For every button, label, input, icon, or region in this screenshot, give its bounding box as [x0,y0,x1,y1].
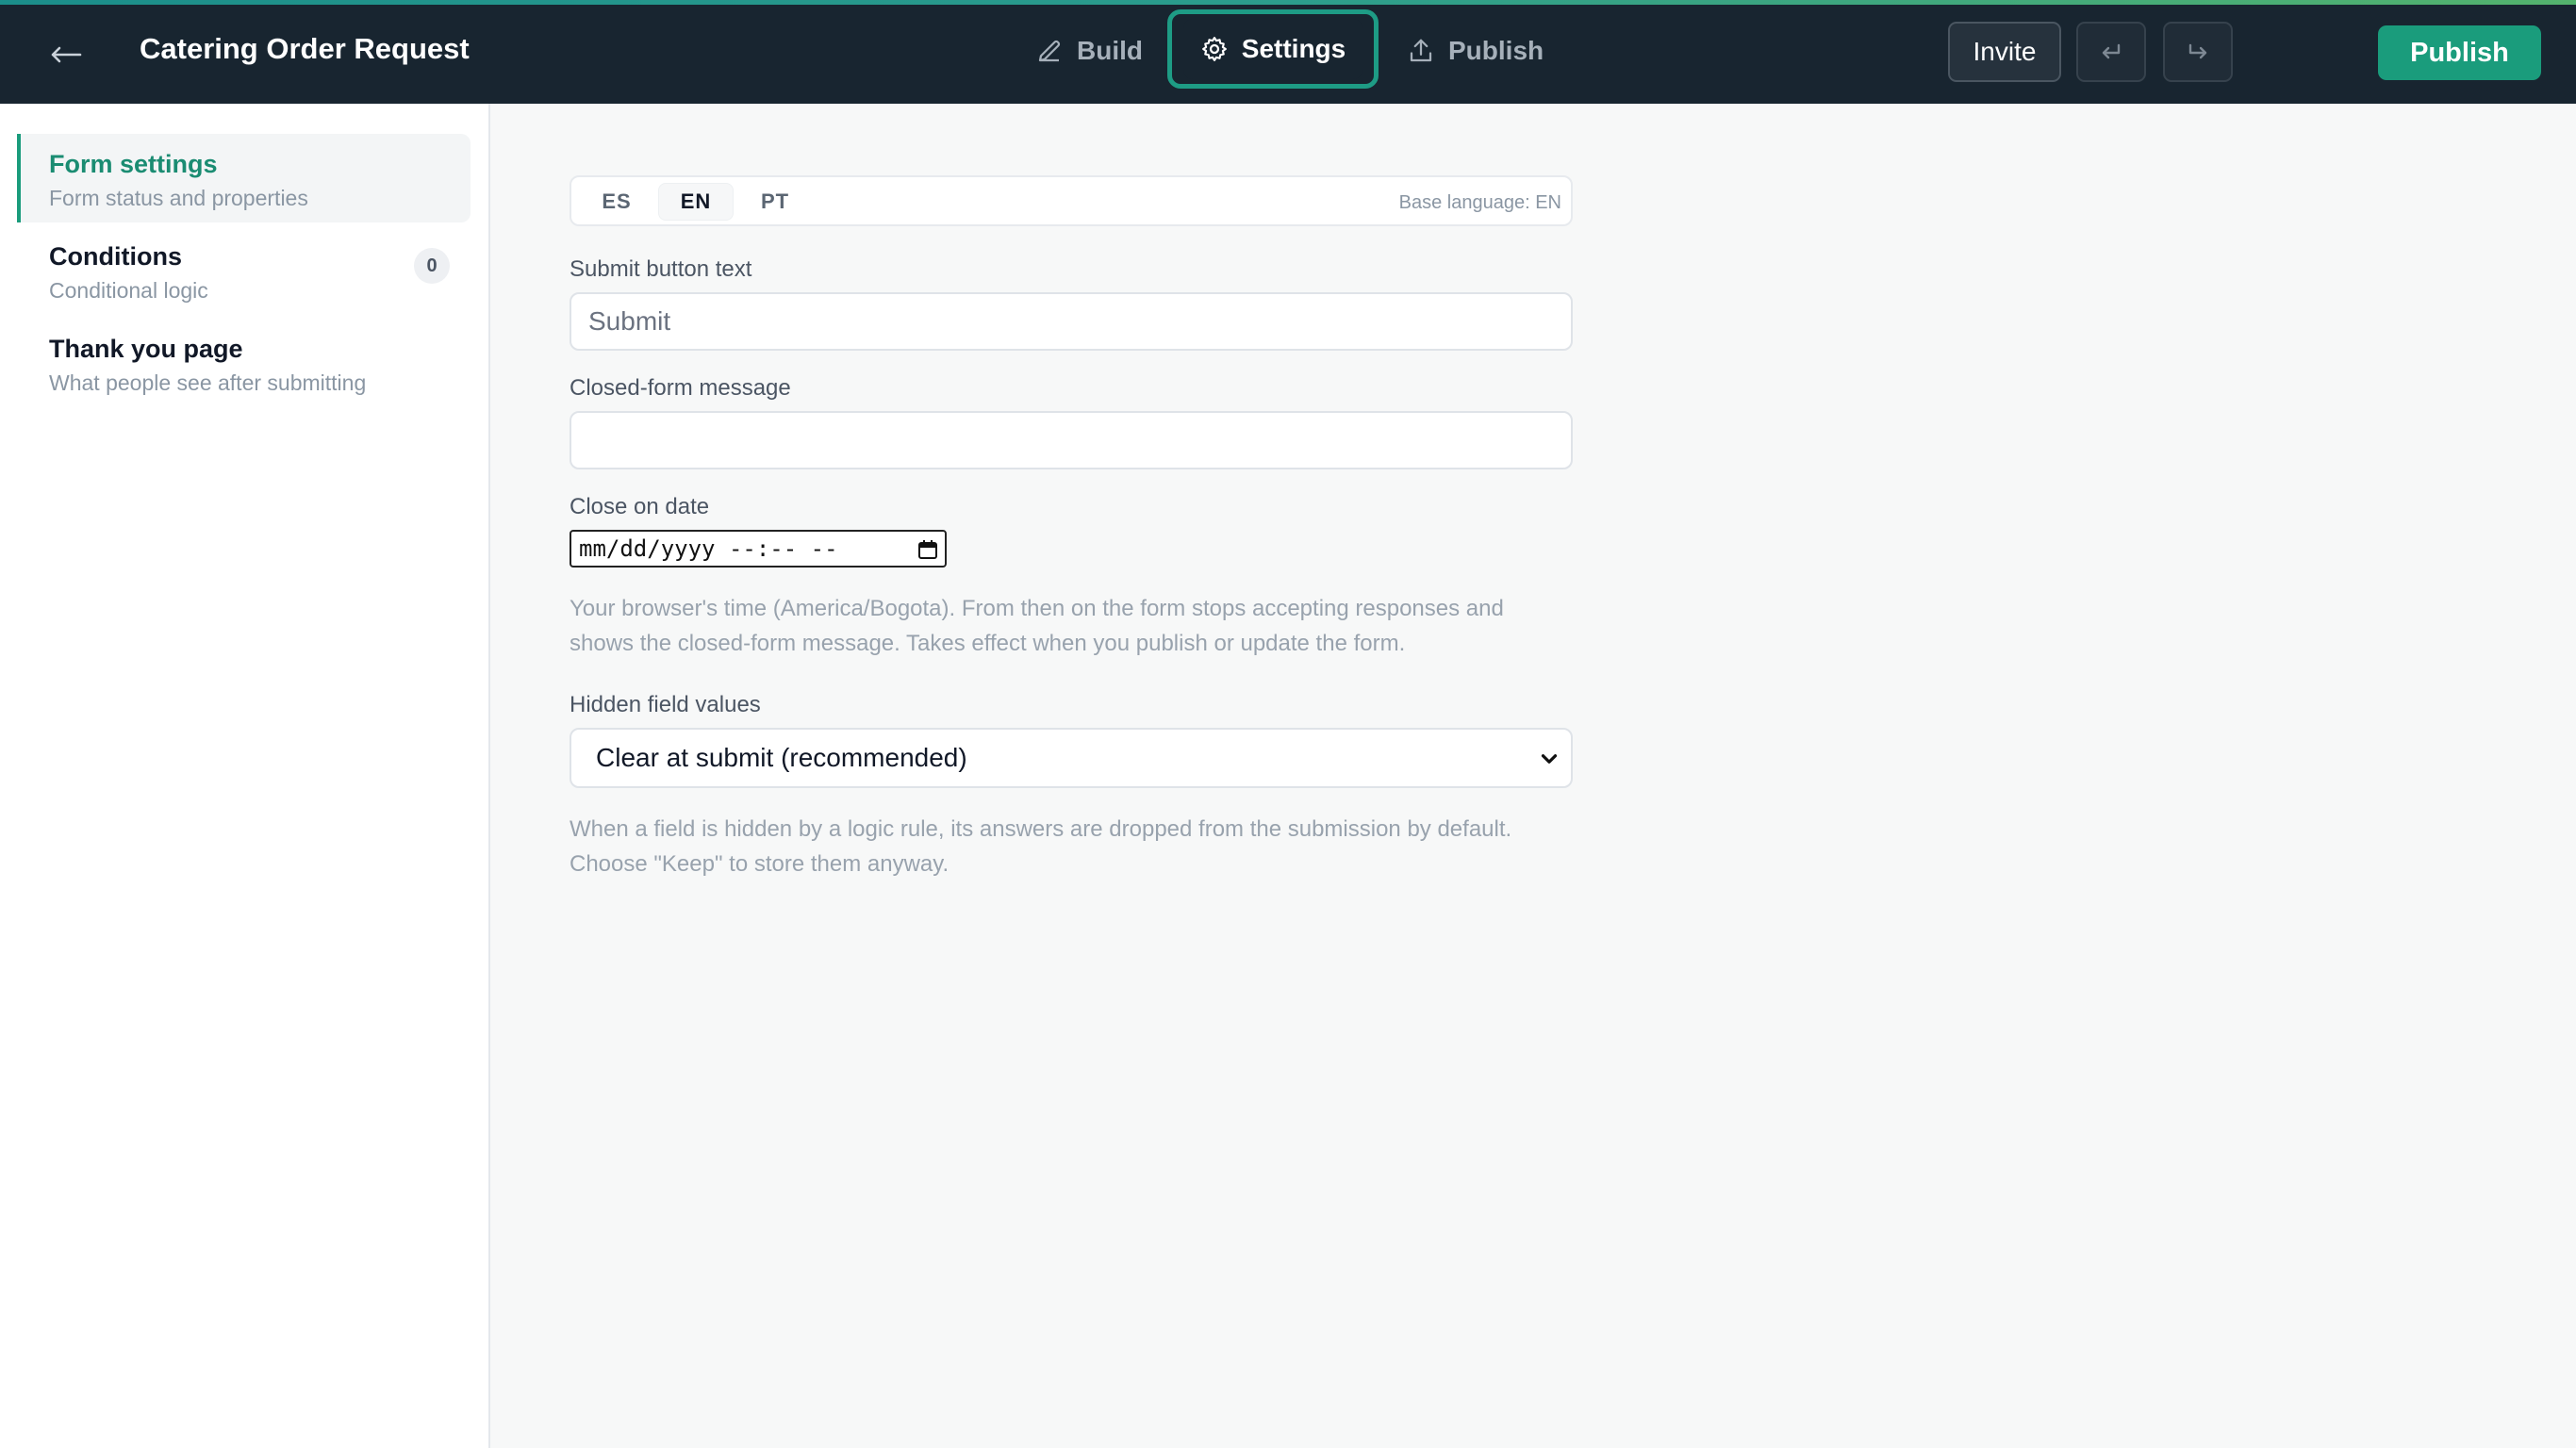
hidden-field-values-label: Hidden field values [570,692,761,717]
hidden-field-values-selected: Clear at submit (recommended) [596,743,967,772]
gear-icon [1201,37,1227,61]
sidebar-item-description: Conditional logic [49,278,208,303]
redo-button[interactable] [2163,22,2233,82]
invite-button[interactable]: Invite [1948,22,2061,82]
language-tab-pt[interactable]: PT [737,183,813,221]
tab-settings-label: Settings [1241,34,1346,63]
arrow-left-icon [51,46,82,63]
close-on-date-value: mm/dd/yyyy --:-- -- [579,535,838,562]
undo-button[interactable] [2076,22,2146,82]
redo-icon [2188,43,2207,59]
sidebar-item-label: Thank you page [49,335,243,363]
closed-form-message-label: Closed-form message [570,375,791,401]
sidebar-item-form-settings[interactable]: Form settings Form status and properties [17,134,471,222]
form-title: Catering Order Request [140,32,470,65]
conditions-count-badge: 0 [414,248,450,284]
tab-publish[interactable]: Publish [1407,13,1544,89]
top-bar: Catering Order Request Build Settings Pu… [0,0,2576,104]
tab-publish-label: Publish [1448,36,1544,65]
sidebar-item-label: Form settings [49,150,218,178]
tab-build-label: Build [1077,36,1143,65]
submit-button-text-label: Submit button text [570,256,752,282]
chevron-down-icon [1541,754,1558,764]
tab-settings[interactable]: Settings [1167,9,1379,89]
closed-form-message-input[interactable] [570,411,1573,469]
hidden-field-values-select[interactable]: Clear at submit (recommended) [570,728,1573,788]
calendar-icon[interactable] [916,538,939,561]
pencil-icon [1038,40,1061,62]
sidebar-item-thank-you-page[interactable]: Thank you page What people see after sub… [17,319,471,407]
base-language-note: Base language: EN [1398,192,1561,213]
hidden-field-values-help: When a field is hidden by a logic rule, … [570,816,1512,877]
close-on-date-help: Your browser's time (America/Bogota). Fr… [570,596,1504,656]
accent-stripe [0,0,2576,5]
sidebar-item-description: Form status and properties [49,186,308,210]
close-on-date-input[interactable]: mm/dd/yyyy --:-- -- [570,530,947,568]
sidebar-item-conditions[interactable]: Conditions Conditional logic 0 [17,226,471,315]
upload-icon [1410,39,1432,62]
undo-icon [2102,43,2121,59]
back-button[interactable] [43,32,89,77]
language-tab-en[interactable]: EN [658,183,734,221]
sidebar-item-description: What people see after submitting [49,370,367,395]
submit-button-text-input[interactable] [570,292,1573,351]
publish-button[interactable]: Publish [2378,25,2541,80]
tab-build[interactable]: Build [1035,13,1143,89]
language-switcher: ES EN PT Base language: EN [570,175,1573,226]
sidebar-item-label: Conditions [49,242,182,271]
close-on-date-label: Close on date [570,494,710,519]
language-tab-es[interactable]: ES [579,183,654,221]
settings-sidebar: Form settings Form status and properties… [0,104,490,1448]
